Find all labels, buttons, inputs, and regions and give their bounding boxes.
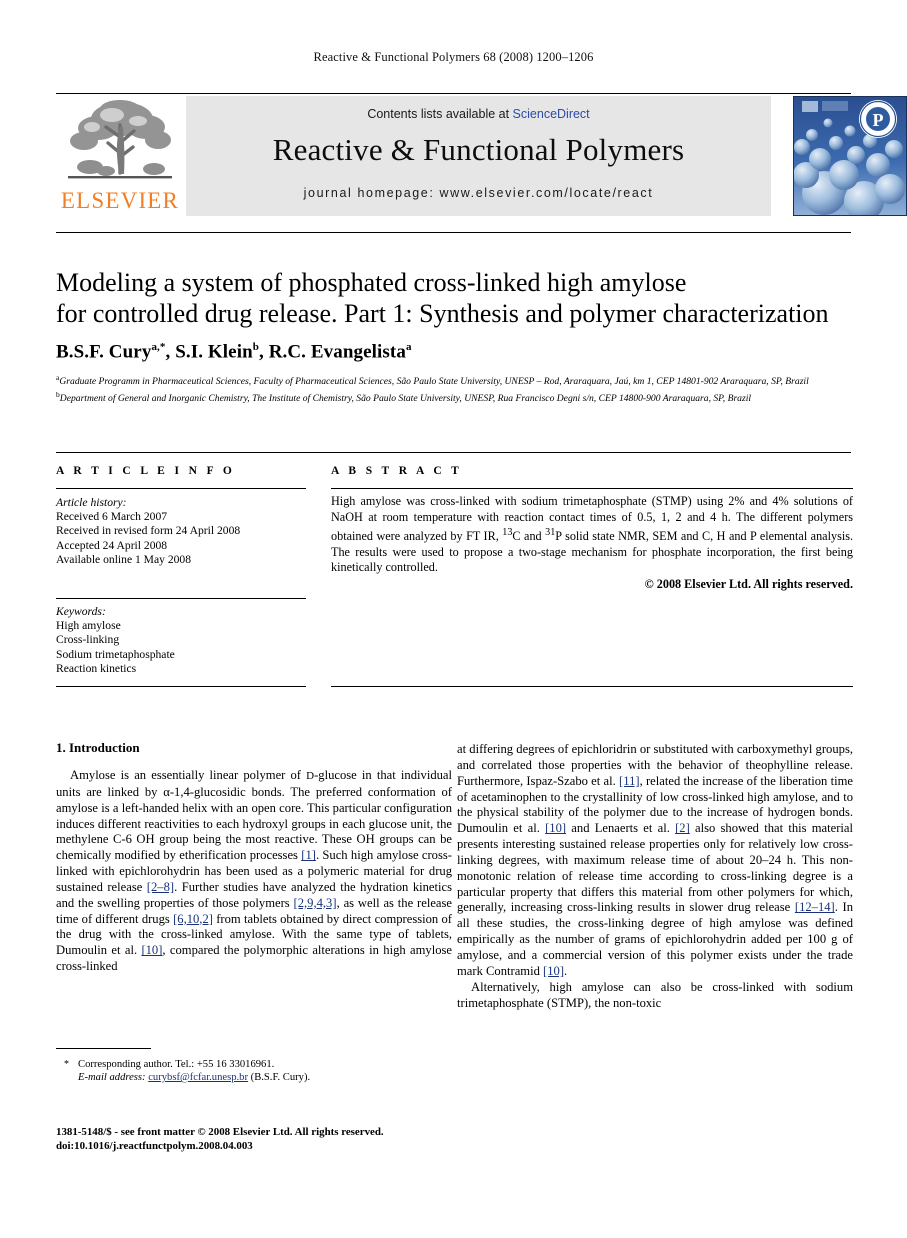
author-marks: b [252,341,259,353]
section-heading-introduction: 1. Introduction [56,740,140,755]
journal-cover-image: P [794,97,906,215]
body-paragraph: Alternatively, high amylose can also be … [457,980,853,1012]
elsevier-logo: ELSEVIER [56,96,184,216]
author-list: B.S.F. Curya,*, S.I. Kleinb, R.C. Evange… [56,341,412,363]
keywords-label: Keywords: [56,605,106,618]
article-history-item: Received in revised form 24 April 2008 [56,524,241,538]
citation-link[interactable]: [2–8] [147,880,174,894]
affiliation-item: aGraduate Programm in Pharmaceutical Sci… [56,372,856,389]
article-history-item: Available online 1 May 2008 [56,552,192,566]
journal-masthead: ELSEVIER Contents lists available at Sci… [56,93,907,216]
journal-banner: Contents lists available at ScienceDirec… [186,96,771,216]
contents-prefix: Contents lists available at [367,107,513,121]
abstract-rule [331,488,853,489]
page-footer: 1381-5148/$ - see front matter © 2008 El… [56,1126,556,1153]
running-head: Reactive & Functional Polymers 68 (2008)… [313,50,594,64]
footnote-line-2: E-mail address: curybsf@fcfar.unesp.br (… [78,1071,310,1085]
article-info-rule [56,488,306,489]
contents-available-line: Contents lists available at ScienceDirec… [186,107,771,121]
journal-cover-thumbnail[interactable]: P [793,96,907,216]
affiliation-text: Department of General and Inorganic Chem… [59,392,752,404]
elsevier-wordmark: ELSEVIER [60,188,180,213]
body-paragraph: Amylose is an essentially linear polymer… [56,768,452,975]
body-text: Amylose is an essentially linear polymer… [70,768,307,782]
body-text: . [564,963,568,978]
article-page: Reactive & Functional Polymers 68 (2008)… [0,0,907,1238]
keyword-item: Reaction kinetics [56,661,137,675]
page-title: Modeling a system of phosphated cross-li… [56,267,856,329]
footnote-marker: * [64,1059,69,1070]
body-text: Alternatively, high amylose can also be … [457,979,853,1010]
keyword-item: High amylose [56,619,121,633]
article-title-line-2: for controlled drug release. Part 1: Syn… [56,299,829,328]
body-column-right: at differing degrees of epichloridrin or… [457,742,853,1011]
footer-issn-line: 1381-5148/$ - see front matter © 2008 El… [56,1126,384,1138]
elsevier-tree-icon [68,100,172,179]
article-history-item: Received 6 March 2007 [56,510,168,524]
article-history-label: Article history: [56,496,127,509]
citation-link[interactable]: [11] [619,774,640,788]
journal-homepage-line[interactable]: journal homepage: www.elsevier.com/locat… [186,186,771,200]
body-paragraph: at differing degrees of epichloridrin or… [457,742,853,980]
article-info-bottom-rule [56,686,306,687]
citation-link[interactable]: [2] [675,821,690,835]
masthead-top-rule [56,93,851,94]
affiliation-item: bDepartment of General and Inorganic Che… [56,389,856,406]
keyword-item: Cross-linking [56,633,120,647]
footnote-line-1: Corresponding author. Tel.: +55 16 33016… [78,1059,275,1070]
keyword-item: Sodium trimetaphosphate [56,647,175,661]
abstract-bottom-rule [331,686,853,687]
svg-text:P: P [873,110,884,130]
footer-doi-line: doi:10.1016/j.reactfunctpolym.2008.04.00… [56,1139,253,1152]
keywords-rule [56,598,306,599]
body-text: and Lenaerts et al. [566,821,676,836]
author-marks: a [405,341,412,353]
sciencedirect-link[interactable]: ScienceDirect [513,107,590,121]
citation-link[interactable]: [10] [543,964,564,978]
masthead-bottom-rule [56,232,851,233]
author-name: B.S.F. Cury [56,341,152,363]
citation-link[interactable]: [10] [141,943,162,957]
affiliation-text: Graduate Programm in Pharmaceutical Scie… [59,376,809,388]
body-text-smallcaps: D [306,770,315,782]
abstract-paragraph: High amylose was cross-linked with sodiu… [331,494,853,575]
citation-link[interactable]: [6,10,2] [173,912,213,926]
p-logo-icon: P [859,100,897,138]
keyword-list: Keywords: High amylose Cross-linking Sod… [56,605,306,676]
email-owner: (B.S.F. Cury). [250,1072,311,1083]
author-name: S.I. Klein [175,341,253,363]
citation-link[interactable]: [12–14] [795,900,835,914]
abstract-copyright: © 2008 Elsevier Ltd. All rights reserved… [644,577,853,591]
citation-link[interactable]: [10] [545,821,566,835]
article-info-heading: A R T I C L E I N F O [56,465,236,477]
footnote-rule [56,1048,151,1049]
email-label: E-mail address: [78,1072,146,1083]
email-link[interactable]: curybsf@fcfar.unesp.br [148,1072,248,1083]
author-name: R.C. Evangelista [268,341,406,363]
affiliation-list: aGraduate Programm in Pharmaceutical Sci… [56,372,856,406]
info-section-top-rule [56,452,851,453]
article-history-item: Accepted 24 April 2008 [56,538,168,552]
abstract-heading: A B S T R A C T [331,465,463,477]
author-marks: a,* [151,341,166,353]
journal-title: Reactive & Functional Polymers [272,132,685,167]
article-history: Article history: Received 6 March 2007 R… [56,496,306,567]
article-title-line-1: Modeling a system of phosphated cross-li… [56,268,687,297]
body-column-left: Amylose is an essentially linear polymer… [56,768,452,975]
abstract-text: High amylose was cross-linked with sodiu… [331,494,853,576]
citation-link[interactable]: [2,9,4,3] [294,896,337,910]
citation-link[interactable]: [1] [301,848,316,862]
